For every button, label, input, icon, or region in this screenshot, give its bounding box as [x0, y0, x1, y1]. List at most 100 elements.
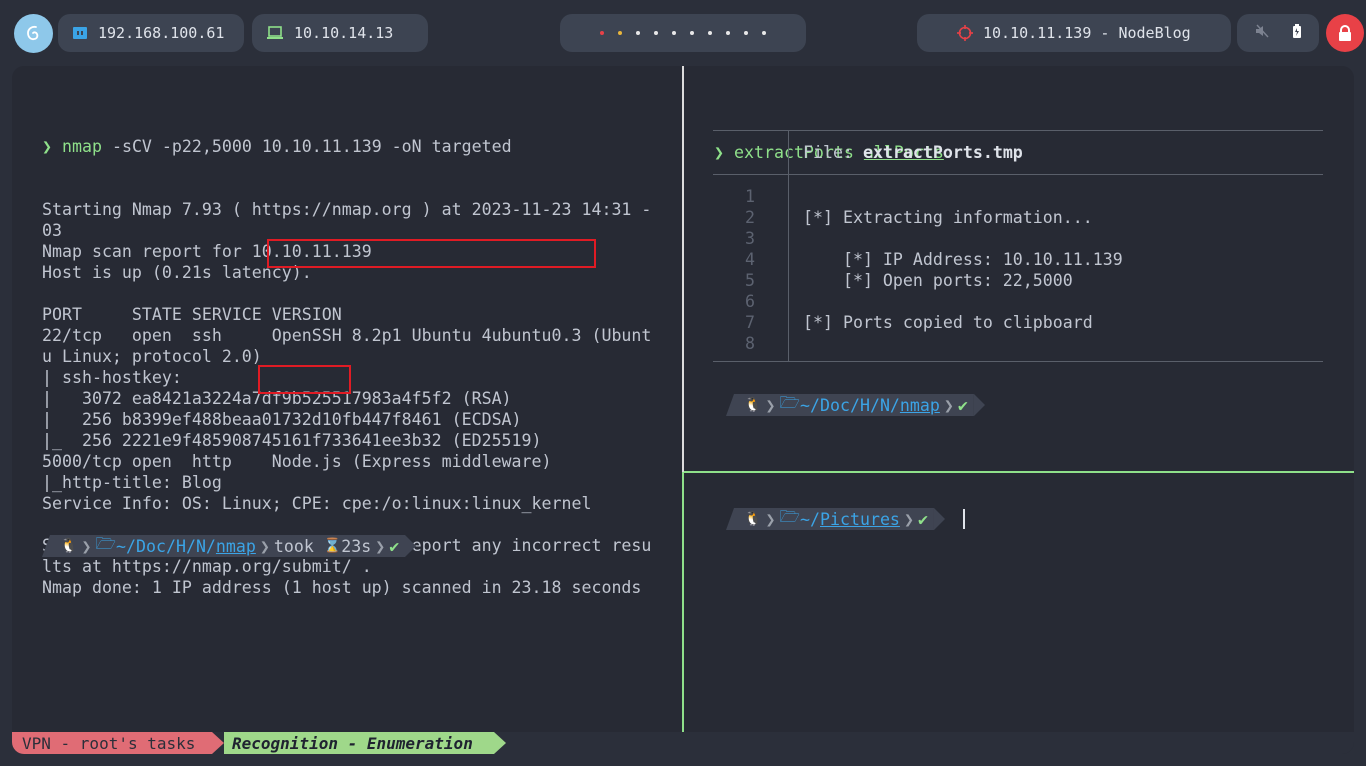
prompt-end-arrow — [405, 535, 417, 557]
folder-icon: 🗁 — [779, 507, 801, 526]
folder-icon: 🗁 — [779, 393, 801, 412]
powerline-prompt-left: 🐧 ❯ 🗁 ~/Doc/H/N/nmap ❯ took ⌛ 23s ❯ ✔ — [42, 534, 417, 557]
terminal-pane-right-top[interactable]: ❯ extractPorts allPorts File: extractPor… — [684, 66, 1354, 471]
terminal-pane-left[interactable]: ❯ nmap -sCV -p22,5000 10.10.11.139 -oN t… — [12, 66, 682, 732]
prompt-status-check: ✔ — [389, 536, 400, 556]
text-cursor — [963, 509, 965, 529]
prompt-dir-prefix: ~/Doc/H/N/ — [116, 536, 216, 556]
prompt-end-arrow — [933, 508, 945, 530]
workspace-dot-10[interactable] — [762, 31, 766, 35]
linux-tux-icon: 🐧 — [60, 538, 78, 554]
bat-line-number: 7 — [745, 313, 755, 332]
prompt-os-segment: 🐧 ❯ 🗁 ~/Doc/H/N/nmap ❯ took ⌛ 23s ❯ ✔ — [42, 534, 406, 557]
window-name[interactable]: Recognition - Enumeration — [224, 732, 494, 754]
output-line: 22/tcp open ssh OpenSSH 8.2p1 Ubuntu 4ub… — [42, 326, 652, 345]
bat-file-header: File: extractPorts.tmp — [803, 142, 1023, 163]
bat-file-viewer: File: extractPorts.tmp 1 2 3 4 5 6 7 8 [*] Extr… — [713, 130, 1323, 362]
vpn-ip-text: 10.10.14.13 — [294, 24, 394, 42]
powerline-prompt-right-top: 🐧 ❯ 🗁 ~/Doc/H/N/nmap ❯ ✔ — [726, 394, 985, 416]
bat-line-number: 8 — [745, 334, 755, 353]
bat-file-line: [*] Extracting information... — [803, 208, 1093, 227]
tmux-status-bar: VPN - root's tasks Recognition - Enumera… — [12, 732, 1354, 754]
command-line: ❯ nmap -sCV -p22,5000 10.10.11.139 -oN t… — [42, 136, 651, 157]
prompt-dir-current: nmap — [899, 395, 940, 415]
prompt-os-segment: 🐧 ❯ 🗁 ~/Pictures ❯ ✔ — [726, 508, 934, 530]
prompt-end-arrow — [973, 394, 985, 416]
output-line: lts at https://nmap.org/submit/ . — [42, 557, 372, 576]
bat-line-number: 4 — [745, 250, 755, 269]
output-line: PORT STATE SERVICE VERSION — [42, 305, 342, 324]
powerline-prompt-right-bottom: 🐧 ❯ 🗁 ~/Pictures ❯ ✔ — [726, 508, 945, 530]
prompt-took-time: 23s — [341, 536, 372, 556]
hourglass-icon: ⌛ — [323, 538, 342, 554]
volume-muted-icon[interactable] — [1255, 24, 1269, 42]
output-line: | 256 b8399ef488beaa01732d10fb447f8461 (… — [42, 410, 522, 429]
prompt-dir-prefix: ~/Doc/H/N/ — [800, 395, 900, 415]
prompt-symbol: ❯ — [42, 137, 52, 156]
prompt-status-check: ✔ — [917, 509, 928, 529]
prompt-dir-current: Pictures — [820, 509, 900, 529]
output-line: |_http-title: Blog — [42, 473, 222, 492]
workspaces-pill — [560, 14, 806, 52]
bat-line-number: 2 — [745, 208, 755, 227]
bat-line-number: 1 — [745, 187, 755, 206]
prompt-status-check: ✔ — [957, 395, 968, 415]
workspace-dot-3[interactable] — [636, 31, 640, 35]
file-name: extractPorts.tmp — [862, 143, 1023, 162]
linux-tux-icon: 🐧 — [744, 397, 762, 413]
window-arrow — [494, 732, 506, 754]
file-label: File: — [803, 143, 853, 162]
bat-file-line: [*] IP Address: 10.10.11.139 — [803, 250, 1123, 269]
bat-line-number: 5 — [745, 271, 755, 290]
workspace-dot-2[interactable] — [618, 31, 622, 35]
prompt-os-segment: 🐧 ❯ 🗁 ~/Doc/H/N/nmap ❯ ✔ — [726, 394, 974, 416]
bat-file-line: [*] Ports copied to clipboard — [803, 313, 1093, 332]
output-line: 03 — [42, 221, 62, 240]
laptop-icon — [266, 26, 284, 40]
terminal-pane-right-bottom[interactable]: 🐧 ❯ 🗁 ~/Pictures ❯ ✔ — [684, 473, 1354, 732]
folder-icon: 🗁 — [95, 534, 117, 553]
output-line: 5000/tcp open http Node.js (Express midd… — [42, 452, 552, 471]
target-pill[interactable]: 10.10.11.139 - NodeBlog — [917, 14, 1231, 52]
nodejs-highlight — [258, 365, 351, 394]
ethernet-ip-text: 192.168.100.61 — [98, 24, 225, 42]
prompt-dir-prefix: ~/ — [800, 509, 820, 529]
output-line: Starting Nmap 7.93 ( https://nmap.org ) … — [42, 200, 652, 219]
workspace-dot-5[interactable] — [672, 31, 676, 35]
workspace-dot-8[interactable] — [726, 31, 730, 35]
workspace-dot-4[interactable] — [654, 31, 658, 35]
debian-logo-button[interactable] — [14, 14, 53, 53]
output-line: Service Info: OS: Linux; CPE: cpe:/o:lin… — [42, 494, 592, 513]
system-tray-pill — [1237, 14, 1319, 52]
output-line: Nmap done: 1 IP address (1 host up) scan… — [42, 578, 642, 597]
command-name: nmap — [62, 137, 102, 156]
terminal-window: ❯ nmap -sCV -p22,5000 10.10.11.139 -oN t… — [12, 66, 1354, 754]
debian-swirl-icon — [26, 25, 38, 40]
ethernet-icon — [72, 25, 88, 41]
workspace-dot-9[interactable] — [744, 31, 748, 35]
output-line: u Linux; protocol 2.0) — [42, 347, 262, 366]
lock-button[interactable] — [1326, 14, 1364, 52]
ethernet-ip-pill[interactable]: 192.168.100.61 — [58, 14, 244, 52]
bat-line-number: 6 — [745, 292, 755, 311]
lock-icon — [1339, 25, 1351, 41]
battery-icon[interactable] — [1293, 24, 1301, 42]
command-args: -sCV -p22,5000 10.10.11.139 -oN targeted — [101, 137, 512, 156]
linux-tux-icon: 🐧 — [744, 511, 762, 527]
session-arrow — [212, 732, 224, 754]
workspace-dot-1[interactable] — [600, 31, 604, 35]
vpn-ip-pill[interactable]: 10.10.14.13 — [252, 14, 428, 52]
top-bar: 192.168.100.61 10.10.14.13 10.10.11.139 … — [0, 0, 1366, 66]
workspace-dot-7[interactable] — [708, 31, 712, 35]
prompt-took-label: took — [273, 536, 314, 556]
crosshair-icon — [957, 25, 973, 41]
output-line: |_ 256 2221e9f485908745161f733641ee3b32 … — [42, 431, 542, 450]
workspace-dot-6[interactable] — [690, 31, 694, 35]
session-name[interactable]: VPN - root's tasks — [12, 732, 212, 754]
prompt-dir-current: nmap — [215, 536, 256, 556]
bat-line-number: 3 — [745, 229, 755, 248]
bat-file-line: [*] Open ports: 22,5000 — [803, 271, 1073, 290]
target-text: 10.10.11.139 - NodeBlog — [983, 24, 1191, 42]
